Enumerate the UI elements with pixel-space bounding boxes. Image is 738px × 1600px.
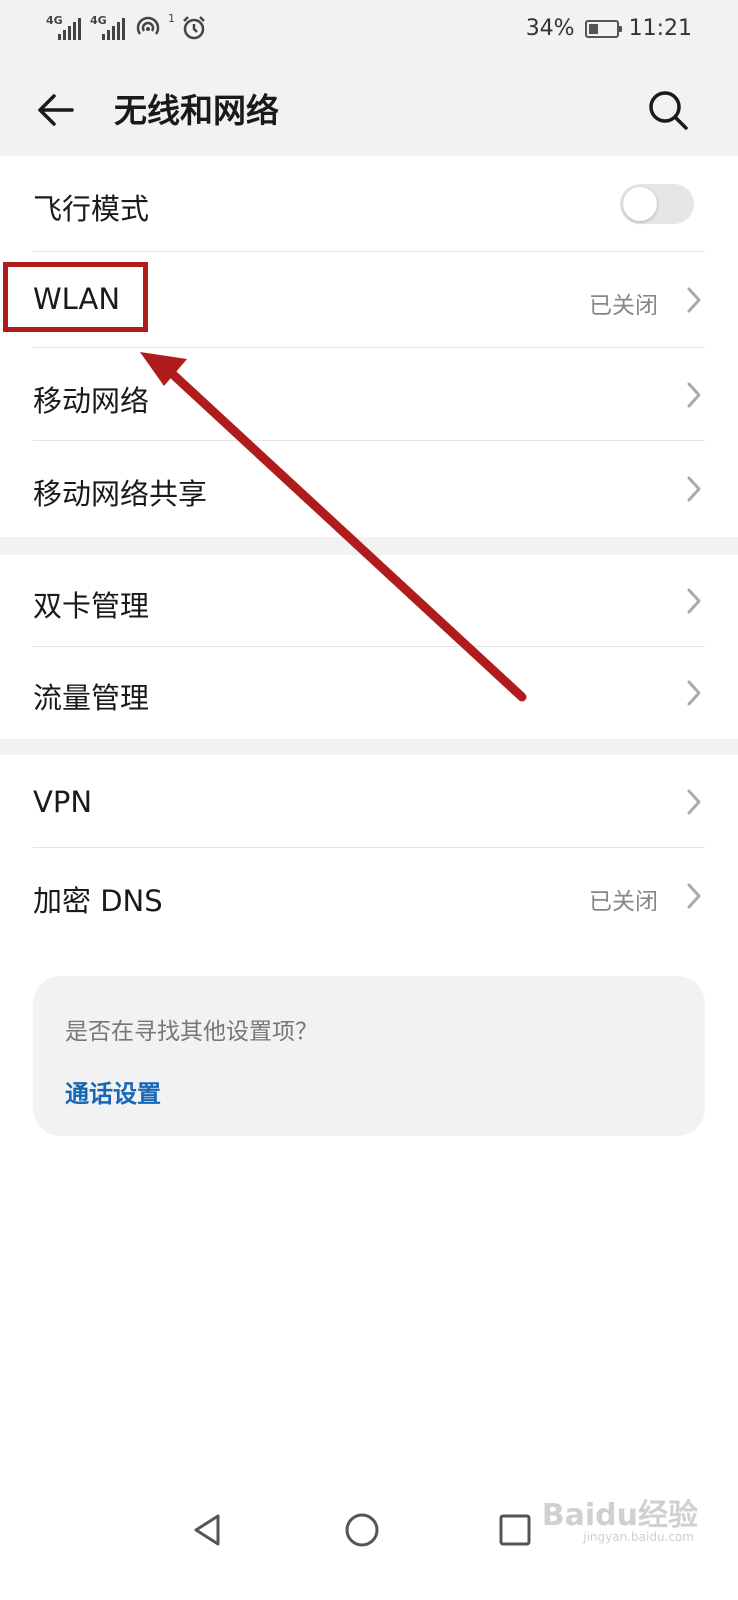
chevron-right-icon [687, 680, 701, 706]
alarm-icon [183, 16, 205, 40]
clock: 11:21 [628, 16, 692, 41]
section-gap [0, 739, 738, 755]
settings-item-label: 飞行模式 [33, 192, 150, 226]
page-title: 无线和网络 [114, 91, 279, 130]
chevron-right-icon [687, 588, 701, 614]
triangle-back-icon[interactable] [186, 1508, 230, 1552]
encrypted-dns-status-value: 已关闭 [589, 889, 658, 915]
watermark-url: jingyan.baidu.com [583, 1530, 694, 1544]
call-settings-link[interactable]: 通话设置 [65, 1074, 161, 1109]
settings-item-data-usage[interactable]: 流量管理 [0, 647, 738, 739]
status-icons-left: 4G 4G 1 [46, 11, 207, 42]
settings-item-label: VPN [33, 785, 93, 819]
settings-item-label: 加密 DNS [33, 884, 163, 918]
watermark-brand: Baidu经验 [541, 1498, 698, 1533]
settings-item-airplane-mode[interactable]: 飞行模式 [0, 156, 738, 252]
battery-percent: 34% [525, 16, 575, 41]
search-icon[interactable] [646, 88, 690, 132]
chevron-right-icon [687, 382, 701, 408]
settings-item-label: 移动网络共享 [33, 477, 208, 511]
wlan-status-value: 已关闭 [589, 293, 658, 319]
baidu-watermark: Baidu经验 jingyan.baidu.com [541, 1490, 698, 1544]
signal-sim2-icon: 4G [90, 14, 128, 42]
arrow-left-icon[interactable] [34, 88, 78, 132]
settings-item-dual-sim[interactable]: 双卡管理 [0, 555, 738, 647]
app-bar: 无线和网络 [0, 60, 738, 156]
suggestion-question: 是否在寻找其他设置项？ [65, 1019, 318, 1045]
battery-icon [584, 19, 622, 38]
chevron-right-icon [687, 789, 701, 815]
settings-item-vpn[interactable]: VPN [0, 755, 738, 848]
hotspot-icon [136, 16, 160, 35]
settings-item-label: 流量管理 [33, 681, 150, 715]
wlan-highlight-box [3, 262, 148, 332]
circle-home-icon[interactable] [340, 1508, 384, 1552]
chevron-right-icon [687, 476, 701, 502]
section-gap [0, 537, 738, 555]
settings-item-label: 双卡管理 [33, 589, 150, 623]
chevron-right-icon [687, 287, 701, 313]
suggestion-card: 是否在寻找其他设置项？ 通话设置 [33, 976, 705, 1136]
settings-item-tethering[interactable]: 移动网络共享 [0, 441, 738, 537]
settings-item-encrypted-dns[interactable]: 加密 DNS 已关闭 [0, 848, 738, 944]
settings-item-mobile-network[interactable]: 移动网络 [0, 348, 738, 441]
chevron-right-icon [687, 883, 701, 909]
signal-sim1-icon: 4G [46, 14, 84, 42]
alarm-count-badge: 1 [168, 11, 175, 25]
status-icons-right: 34% 11:21 [526, 16, 692, 41]
settings-item-label: 移动网络 [33, 384, 150, 418]
airplane-mode-toggle[interactable] [620, 184, 694, 224]
square-recents-icon[interactable] [493, 1508, 537, 1552]
status-bar: 4G 4G 1 34% 11:21 [0, 0, 738, 60]
